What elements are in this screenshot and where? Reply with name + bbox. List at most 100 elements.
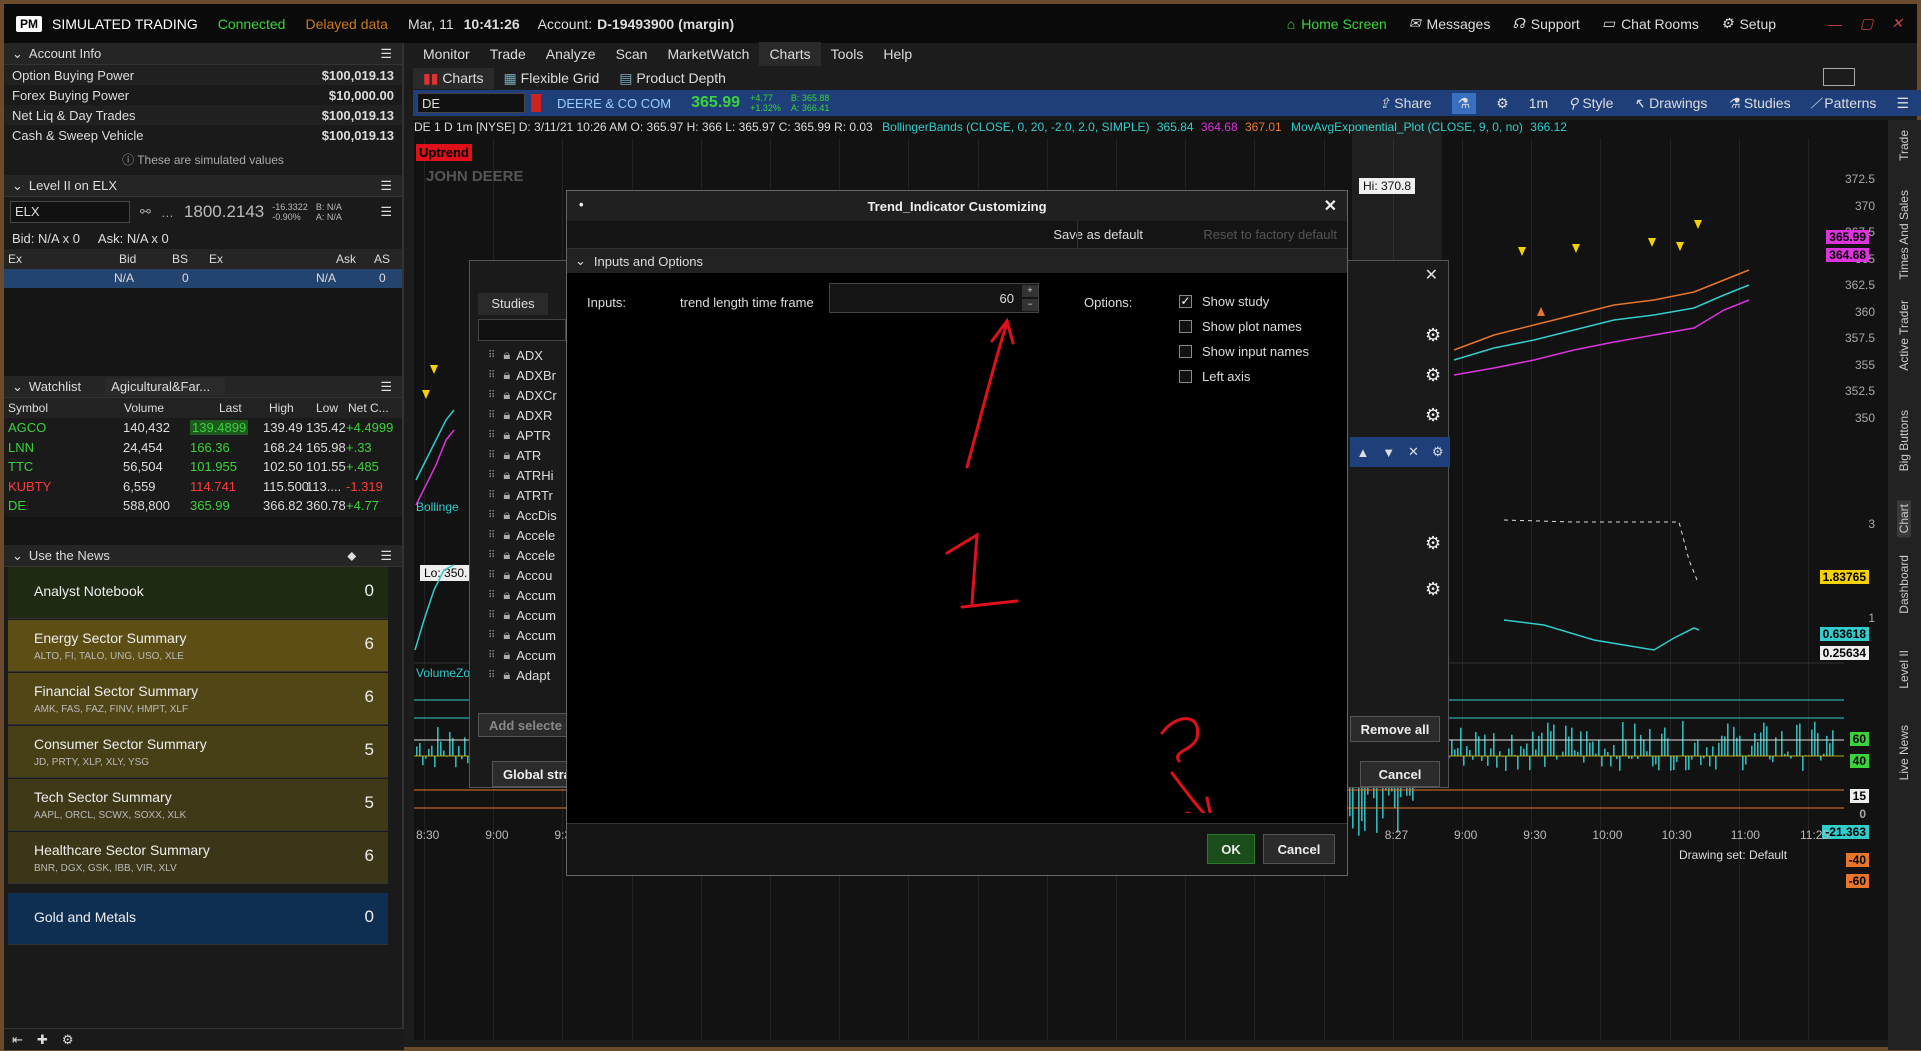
tag-icon[interactable]: ⬥ [347, 548, 356, 564]
menu-analyze[interactable]: Analyze [536, 42, 606, 66]
close-icon[interactable]: ✕ [1425, 265, 1438, 285]
watchlist-row[interactable]: KUBTY 6,559 114.741 115.500 113.... -1.319 [8, 477, 400, 496]
tab-studies[interactable]: Studies [478, 293, 548, 315]
col-net-change[interactable]: Net C... [348, 401, 389, 415]
studies-cancel-button[interactable]: Cancel [1360, 761, 1440, 787]
study-list-item[interactable]: ⠿ 🔒︎ Accou [478, 565, 568, 585]
news-item[interactable]: Gold and Metals 0 [8, 893, 388, 945]
gear-icon[interactable]: ⚙ [1425, 405, 1441, 426]
tab-product-depth[interactable]: ▤ Product Depth [609, 68, 736, 89]
bb-pane-label[interactable]: Bollinge [416, 500, 459, 514]
studies-button[interactable]: ⚗ Studies [1727, 95, 1790, 112]
sidebar-tab-dashboard[interactable]: Dashboard [1897, 555, 1911, 614]
move-up-icon[interactable]: ▲ [1356, 445, 1369, 460]
setup-button[interactable]: ⚙ Setup [1721, 15, 1776, 32]
interval-button[interactable]: 1m [1529, 95, 1548, 111]
study-list-item[interactable]: ⠿ 🔒︎ APTR [478, 425, 568, 445]
study-list-item[interactable]: ⠿ 🔒︎ Accum [478, 585, 568, 605]
share-button[interactable]: ⇪ Share [1379, 95, 1432, 112]
watchlist-row[interactable]: TTC 56,504 101.955 102.50 101.55 +.485 [8, 457, 400, 476]
patterns-button[interactable]: ⟋ Patterns [1811, 95, 1877, 112]
gear-icon[interactable]: ⚙ [1496, 95, 1509, 112]
menu-icon[interactable]: ☰ [380, 548, 392, 564]
study-list-item[interactable]: ⠿ 🔒︎ ADXBr [478, 365, 568, 385]
add-icon[interactable]: ✚ [37, 1032, 48, 1048]
menu-marketwatch[interactable]: MarketWatch [657, 42, 759, 66]
news-item[interactable]: Financial Sector Summary AMK, FAS, FAZ, F… [8, 673, 388, 725]
study-list-item[interactable]: ⠿ 🔒︎ Accum [478, 625, 568, 645]
study-list-item[interactable]: ⠿ 🔒︎ ADXCr [478, 385, 568, 405]
level2-symbol-input[interactable]: ELX [10, 201, 130, 223]
drawing-set-label[interactable]: Drawing set: Default [1679, 848, 1787, 862]
menu-charts[interactable]: Charts [759, 42, 821, 66]
news-item[interactable]: Consumer Sector Summary JD, PRTY, XLP, XL… [8, 726, 388, 778]
gear-icon[interactable]: ⚙ [1425, 365, 1441, 386]
menu-icon[interactable]: ☰ [380, 379, 392, 395]
gear-icon[interactable]: ⚙ [1432, 444, 1444, 460]
study-list-item[interactable]: ⠿ 🔒︎ ATR [478, 445, 568, 465]
save-default-button[interactable]: Save as default [1053, 227, 1143, 242]
reset-default-button[interactable]: Reset to factory default [1203, 227, 1337, 242]
news-item[interactable]: Tech Sector Summary AAPL, ORCL, SCWX, SOX… [8, 779, 388, 831]
style-button[interactable]: ⚲ Style [1568, 95, 1613, 112]
ok-button[interactable]: OK [1207, 834, 1255, 864]
col-bs[interactable]: BS [172, 252, 188, 266]
watchlist-row[interactable]: DE 588,800 365.99 366.82 360.78 +4.77 [8, 496, 400, 515]
remove-all-button[interactable]: Remove all [1350, 716, 1440, 742]
watchlist-header[interactable]: ⌄ Watchlist Agicultural&Far... ☰ [4, 376, 402, 398]
gear-icon[interactable]: ⚙ [1425, 325, 1441, 346]
close-icon[interactable]: ✕ [1891, 15, 1903, 32]
col-ex[interactable]: Ex [209, 252, 223, 266]
study-list-item[interactable]: ⠿ 🔒︎ Accum [478, 605, 568, 625]
remove-icon[interactable]: ✕ [1408, 444, 1419, 460]
minimize-icon[interactable]: — [1828, 16, 1842, 32]
study-list-item[interactable]: ⠿ 🔒︎ Adapt [478, 665, 568, 685]
col-bid[interactable]: Bid [119, 252, 136, 266]
watchlist-selector[interactable]: Agicultural&Far... [105, 378, 226, 395]
dialog-titlebar[interactable]: • Trend_Indicator Customizing ✕ [567, 191, 1347, 221]
account-info-header[interactable]: ⌄ Account Info ☰ [4, 43, 402, 65]
cancel-button[interactable]: Cancel [1263, 834, 1335, 864]
menu-trade[interactable]: Trade [480, 42, 536, 66]
flask-icon[interactable]: ⚗ [1451, 92, 1477, 114]
study-list-item[interactable]: ⠿ 🔒︎ ADX [478, 345, 568, 365]
messages-button[interactable]: ✉ Messages [1409, 15, 1491, 32]
study-list-item[interactable]: ⠿ 🔒︎ Accele [478, 525, 568, 545]
gear-icon[interactable]: ⚙ [1425, 533, 1441, 554]
menu-icon[interactable]: ☰ [1896, 95, 1909, 112]
sidebar-tab-level-ii[interactable]: Level II [1897, 650, 1911, 689]
watchlist-row[interactable]: AGCO 140,432 139.4899 139.49 135.42 +4.4999 [8, 418, 400, 437]
level2-header[interactable]: ⌄ Level II on ELX ☰ [4, 175, 402, 197]
close-icon[interactable]: ✕ [1324, 196, 1337, 216]
col-last[interactable]: Last [219, 401, 242, 415]
account-selector[interactable]: D-19493900 (margin) [597, 16, 734, 32]
menu-help[interactable]: Help [873, 42, 922, 66]
menu-monitor[interactable]: Monitor [413, 42, 480, 66]
tab-flexible-grid[interactable]: ▦ Flexible Grid [494, 68, 610, 89]
news-item[interactable]: Energy Sector Summary ALTO, FI, TALO, UNG… [8, 620, 388, 672]
study-list-item[interactable]: ⠿ 🔒︎ ATRHi [478, 465, 568, 485]
col-low[interactable]: Low [316, 401, 338, 415]
news-item[interactable]: Analyst Notebook 0 [8, 567, 388, 619]
menu-icon[interactable]: ☰ [380, 204, 392, 220]
layout-icon[interactable] [1823, 68, 1855, 86]
link-indicator[interactable] [531, 94, 541, 112]
news-item[interactable]: Healthcare Sector Summary BNR, DGX, GSK, … [8, 832, 388, 884]
studies-search[interactable] [478, 319, 566, 341]
study-list-item[interactable]: ⠿ 🔒︎ ATRTr [478, 485, 568, 505]
sidebar-tab-times-and-sales[interactable]: Times And Sales [1897, 190, 1911, 280]
sidebar-tab-trade[interactable]: Trade [1897, 130, 1911, 161]
menu-scan[interactable]: Scan [606, 42, 658, 66]
study-list-item[interactable]: ⠿ 🔒︎ Accum [478, 645, 568, 665]
support-button[interactable]: ☊ Support [1512, 15, 1579, 32]
col-high[interactable]: High [269, 401, 294, 415]
col-ask[interactable]: Ask [336, 252, 356, 266]
link-icon[interactable]: ⚯ [140, 204, 151, 220]
menu-icon[interactable]: ☰ [380, 178, 392, 194]
col-ex[interactable]: Ex [8, 252, 22, 266]
drawings-button[interactable]: ↖ Drawings [1633, 95, 1707, 112]
gear-icon[interactable]: ⚙ [62, 1032, 74, 1048]
menu-tools[interactable]: Tools [821, 42, 874, 66]
watchlist-row[interactable]: LNN 24,454 166.36 168.24 165.98 +.33 [8, 438, 400, 457]
study-list-item[interactable]: ⠿ 🔒︎ AccDis [478, 505, 568, 525]
